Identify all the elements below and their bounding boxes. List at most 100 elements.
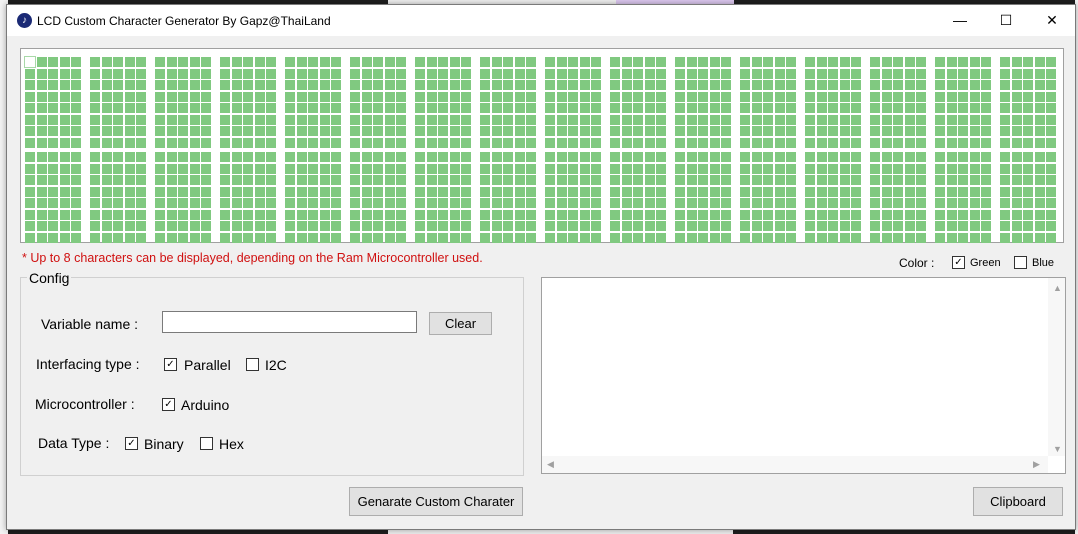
lcd-pixel-cell[interactable]	[59, 152, 70, 162]
lcd-pixel-cell[interactable]	[36, 57, 47, 67]
lcd-pixel-cell[interactable]	[90, 232, 100, 243]
lcd-pixel-cell[interactable]	[579, 198, 590, 208]
lcd-pixel-cell[interactable]	[254, 186, 265, 197]
lcd-pixel-cell[interactable]	[243, 80, 253, 90]
lcd-pixel-cell[interactable]	[621, 91, 632, 102]
lcd-pixel-cell[interactable]	[958, 232, 968, 243]
lcd-pixel-cell[interactable]	[514, 186, 525, 197]
lcd-pixel-cell[interactable]	[178, 163, 188, 174]
lcd-pixel-cell[interactable]	[266, 114, 276, 125]
lcd-pixel-cell[interactable]	[526, 209, 536, 220]
lcd-pixel-cell[interactable]	[361, 221, 372, 231]
lcd-pixel-cell[interactable]	[36, 186, 47, 197]
lcd-pixel-cell[interactable]	[816, 232, 827, 243]
lcd-pixel-cell[interactable]	[503, 137, 513, 148]
lcd-pixel-cell[interactable]	[308, 103, 318, 113]
lcd-pixel-cell[interactable]	[113, 126, 123, 136]
lcd-pixel-cell[interactable]	[591, 80, 601, 90]
lcd-pixel-cell[interactable]	[1023, 198, 1033, 208]
lcd-pixel-cell[interactable]	[633, 137, 643, 148]
lcd-pixel-cell[interactable]	[361, 175, 372, 185]
lcd-pixel-cell[interactable]	[220, 91, 230, 102]
lcd-pixel-cell[interactable]	[503, 68, 513, 79]
lcd-pixel-cell[interactable]	[396, 126, 406, 136]
lcd-pixel-cell[interactable]	[231, 68, 242, 79]
lcd-pixel-cell[interactable]	[201, 175, 211, 185]
lcd-pixel-cell[interactable]	[556, 91, 567, 102]
lcd-pixel-cell[interactable]	[881, 126, 892, 136]
lcd-pixel-cell[interactable]	[296, 80, 307, 90]
lcd-pixel-cell[interactable]	[113, 80, 123, 90]
lcd-pixel-cell[interactable]	[491, 137, 502, 148]
lcd-pixel-cell[interactable]	[25, 163, 35, 174]
lcd-pixel-cell[interactable]	[644, 103, 655, 113]
lcd-pixel-cell[interactable]	[361, 114, 372, 125]
lcd-pixel-cell[interactable]	[740, 137, 750, 148]
lcd-pixel-cell[interactable]	[266, 163, 276, 174]
lcd-pixel-cell[interactable]	[36, 163, 47, 174]
lcd-pixel-cell[interactable]	[231, 126, 242, 136]
lcd-pixel-cell[interactable]	[331, 114, 341, 125]
lcd-pixel-cell[interactable]	[449, 80, 460, 90]
lcd-pixel-cell[interactable]	[254, 198, 265, 208]
lcd-pixel-cell[interactable]	[373, 232, 383, 243]
lcd-pixel-cell[interactable]	[124, 163, 135, 174]
lcd-pixel-cell[interactable]	[763, 175, 773, 185]
lcd-pixel-cell[interactable]	[981, 152, 991, 162]
lcd-pixel-cell[interactable]	[155, 186, 165, 197]
lcd-pixel-cell[interactable]	[201, 137, 211, 148]
lcd-pixel-cell[interactable]	[155, 80, 165, 90]
lcd-pixel-cell[interactable]	[969, 91, 980, 102]
lcd-pixel-cell[interactable]	[740, 114, 750, 125]
lcd-pixel-cell[interactable]	[36, 152, 47, 162]
lcd-pixel-cell[interactable]	[935, 209, 945, 220]
lcd-pixel-cell[interactable]	[969, 198, 980, 208]
lcd-pixel-cell[interactable]	[296, 57, 307, 67]
lcd-pixel-cell[interactable]	[166, 137, 177, 148]
lcd-pixel-cell[interactable]	[698, 68, 708, 79]
lcd-pixel-cell[interactable]	[870, 221, 880, 231]
lcd-pixel-cell[interactable]	[916, 186, 926, 197]
lcd-pixel-cell[interactable]	[166, 68, 177, 79]
lcd-pixel-cell[interactable]	[178, 80, 188, 90]
lcd-pixel-cell[interactable]	[675, 103, 685, 113]
lcd-pixel-cell[interactable]	[633, 186, 643, 197]
lcd-pixel-cell[interactable]	[319, 68, 330, 79]
lcd-pixel-cell[interactable]	[774, 186, 785, 197]
lcd-pixel-cell[interactable]	[491, 80, 502, 90]
lcd-pixel-cell[interactable]	[331, 163, 341, 174]
lcd-pixel-cell[interactable]	[1034, 232, 1045, 243]
lcd-pixel-cell[interactable]	[751, 103, 762, 113]
lcd-pixel-cell[interactable]	[698, 232, 708, 243]
lcd-pixel-cell[interactable]	[1011, 152, 1022, 162]
lcd-pixel-cell[interactable]	[426, 175, 437, 185]
lcd-pixel-cell[interactable]	[480, 221, 490, 231]
lcd-pixel-cell[interactable]	[48, 80, 58, 90]
lcd-pixel-cell[interactable]	[438, 126, 448, 136]
lcd-pixel-cell[interactable]	[426, 57, 437, 67]
lcd-pixel-cell[interactable]	[285, 221, 295, 231]
lcd-pixel-cell[interactable]	[124, 57, 135, 67]
lcd-pixel-cell[interactable]	[763, 152, 773, 162]
lcd-pixel-cell[interactable]	[113, 198, 123, 208]
lcd-pixel-cell[interactable]	[48, 137, 58, 148]
lcd-pixel-cell[interactable]	[1023, 57, 1033, 67]
lcd-pixel-cell[interactable]	[373, 163, 383, 174]
lcd-pixel-cell[interactable]	[155, 232, 165, 243]
lcd-pixel-cell[interactable]	[331, 91, 341, 102]
lcd-pixel-cell[interactable]	[124, 91, 135, 102]
lcd-pixel-cell[interactable]	[426, 114, 437, 125]
lcd-pixel-cell[interactable]	[25, 91, 35, 102]
lcd-pixel-cell[interactable]	[709, 103, 720, 113]
lcd-pixel-cell[interactable]	[675, 137, 685, 148]
generate-button[interactable]: Genarate Custom Charater	[349, 487, 523, 516]
lcd-pixel-cell[interactable]	[893, 209, 903, 220]
lcd-pixel-cell[interactable]	[591, 137, 601, 148]
lcd-pixel-cell[interactable]	[805, 80, 815, 90]
lcd-pixel-cell[interactable]	[449, 126, 460, 136]
lcd-pixel-cell[interactable]	[958, 91, 968, 102]
lcd-pixel-cell[interactable]	[514, 209, 525, 220]
lcd-pixel-cell[interactable]	[568, 152, 578, 162]
lcd-pixel-cell[interactable]	[526, 80, 536, 90]
lcd-pixel-cell[interactable]	[740, 57, 750, 67]
